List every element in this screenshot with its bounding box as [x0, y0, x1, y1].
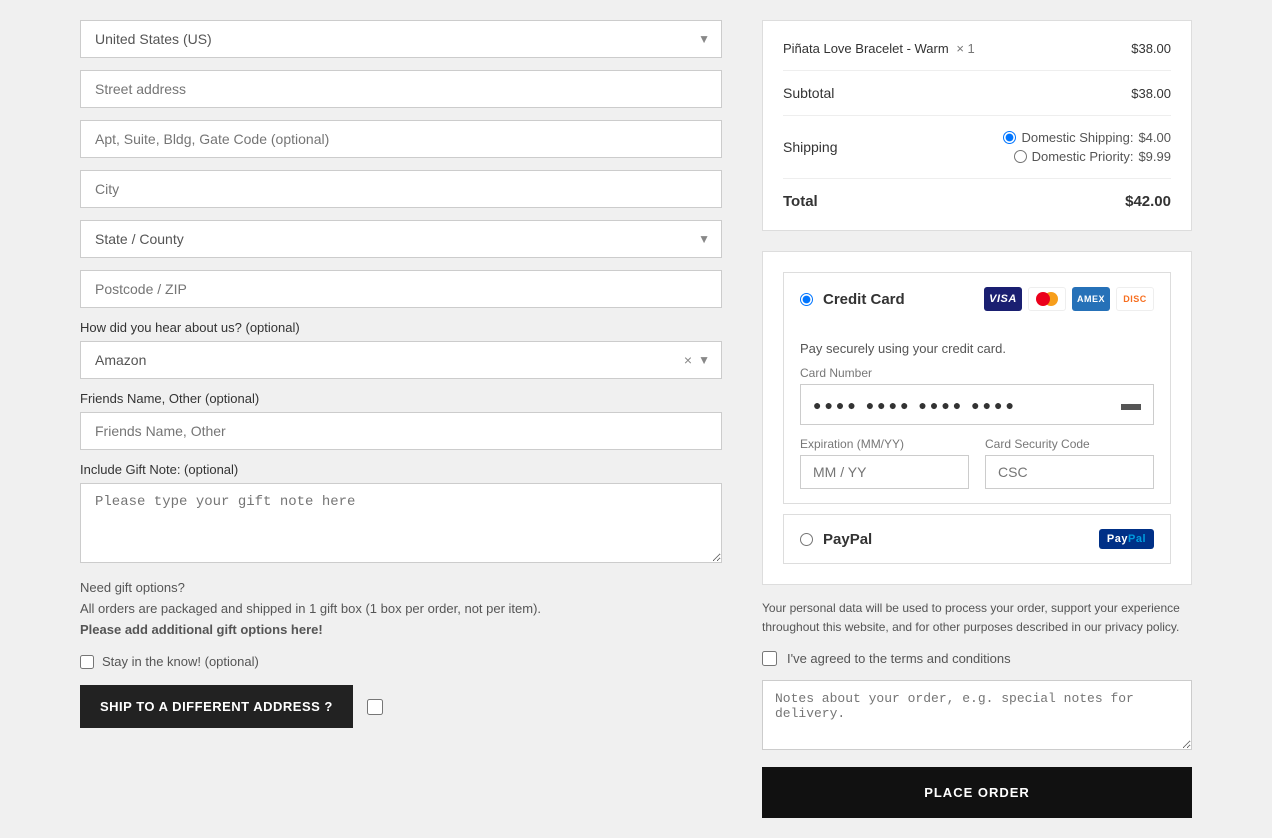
- gift-options-line1: All orders are packaged and shipped in 1…: [80, 601, 541, 616]
- apt-group: [80, 120, 722, 158]
- gift-options-line2: Please add additional gift options here!: [80, 622, 323, 637]
- street-input[interactable]: [80, 70, 722, 108]
- how-hear-select[interactable]: Amazon: [80, 341, 722, 379]
- street-group: [80, 70, 722, 108]
- order-notes-textarea[interactable]: [762, 680, 1192, 750]
- card-number-label: Card Number: [800, 366, 1154, 380]
- mastercard-icon: [1028, 287, 1066, 311]
- ship-different-row: SHIP TO A DIFFERENT ADDRESS ?: [80, 685, 722, 728]
- how-hear-label: How did you hear about us? (optional): [80, 320, 722, 335]
- gift-note-textarea[interactable]: [80, 483, 722, 563]
- paypal-logo: PayPal: [1099, 529, 1154, 549]
- apt-input[interactable]: [80, 120, 722, 158]
- product-price: $38.00: [1131, 41, 1171, 56]
- privacy-text: Your personal data will be used to proce…: [762, 599, 1192, 637]
- ship-different-button[interactable]: SHIP TO A DIFFERENT ADDRESS ?: [80, 685, 353, 728]
- expiry-input[interactable]: [800, 455, 969, 489]
- state-select[interactable]: State / County: [80, 220, 722, 258]
- shipping-options: Domestic Shipping: $4.00 Domestic Priori…: [1003, 130, 1171, 164]
- order-summary-box: Piñata Love Bracelet - Warm × 1 $38.00 S…: [762, 20, 1192, 231]
- expiry-label: Expiration (MM/YY): [800, 437, 969, 451]
- postcode-group: [80, 270, 722, 308]
- credit-card-body: Pay securely using your credit card. Car…: [800, 327, 1154, 489]
- place-order-button[interactable]: PLACE ORDER: [762, 767, 1192, 818]
- ship-different-checkbox[interactable]: [367, 699, 383, 715]
- card-visual-icon: ▬: [1121, 393, 1141, 416]
- how-hear-clear-button[interactable]: ×: [684, 352, 692, 368]
- product-row: Piñata Love Bracelet - Warm × 1 $38.00: [783, 41, 1171, 71]
- how-hear-group: How did you hear about us? (optional) Am…: [80, 320, 722, 379]
- credit-card-label: Credit Card: [823, 291, 905, 308]
- priority-shipping-price: $9.99: [1138, 149, 1171, 164]
- visa-icon: VISA: [984, 287, 1022, 311]
- total-price: $42.00: [1125, 193, 1171, 210]
- country-select[interactable]: United States (US): [80, 20, 722, 58]
- product-name: Piñata Love Bracelet - Warm × 1: [783, 41, 975, 56]
- domestic-shipping-radio[interactable]: [1003, 131, 1016, 144]
- subtotal-row: Subtotal $38.00: [783, 85, 1171, 116]
- city-input[interactable]: [80, 170, 722, 208]
- card-icons: VISA AMEX DISC: [984, 287, 1154, 311]
- credit-card-radio[interactable]: [800, 293, 813, 306]
- credit-card-method: Credit Card VISA AMEX DISC: [783, 272, 1171, 504]
- terms-checkbox[interactable]: [762, 651, 777, 666]
- terms-label: I've agreed to the terms and conditions: [787, 651, 1011, 666]
- shipping-row: Shipping Domestic Shipping: $4.00 Domest…: [783, 130, 1171, 179]
- total-label: Total: [783, 193, 818, 210]
- shipping-label: Shipping: [783, 139, 838, 155]
- stay-in-know-checkbox[interactable]: [80, 655, 94, 669]
- domestic-shipping-label: Domestic Shipping:: [1021, 130, 1133, 145]
- billing-form: United States (US) ▼ State / County ▼: [80, 20, 752, 818]
- friends-input[interactable]: [80, 412, 722, 450]
- subtotal-price: $38.00: [1131, 86, 1171, 101]
- gift-note-label: Include Gift Note: (optional): [80, 462, 722, 477]
- stay-in-know-label: Stay in the know! (optional): [102, 654, 259, 669]
- domestic-shipping-option: Domestic Shipping: $4.00: [1003, 130, 1171, 145]
- amex-icon: AMEX: [1072, 287, 1110, 311]
- credit-card-desc: Pay securely using your credit card.: [800, 341, 1154, 356]
- paypal-method: PayPal PayPal: [783, 514, 1171, 564]
- postcode-input[interactable]: [80, 270, 722, 308]
- discover-icon: DISC: [1116, 287, 1154, 311]
- friends-label: Friends Name, Other (optional): [80, 391, 722, 406]
- credit-card-header: Credit Card VISA AMEX DISC: [800, 287, 1154, 311]
- csc-input[interactable]: [985, 455, 1154, 489]
- payment-section: Credit Card VISA AMEX DISC: [762, 251, 1192, 585]
- priority-shipping-option: Domestic Priority: $9.99: [1014, 149, 1171, 164]
- domestic-shipping-price: $4.00: [1138, 130, 1171, 145]
- paypal-radio[interactable]: [800, 533, 813, 546]
- total-row: Total $42.00: [783, 193, 1171, 210]
- order-summary-col: Piñata Love Bracelet - Warm × 1 $38.00 S…: [752, 20, 1192, 818]
- priority-shipping-label: Domestic Priority:: [1032, 149, 1134, 164]
- card-number-row: ●●●● ●●●● ●●●● ●●●● ▬: [800, 384, 1154, 425]
- gift-info-block: Need gift options? All orders are packag…: [80, 578, 722, 640]
- friends-group: Friends Name, Other (optional): [80, 391, 722, 450]
- subtotal-label: Subtotal: [783, 85, 834, 101]
- country-group: United States (US) ▼: [80, 20, 722, 58]
- terms-row: I've agreed to the terms and conditions: [762, 651, 1192, 666]
- priority-shipping-radio[interactable]: [1014, 150, 1027, 163]
- gift-note-group: Include Gift Note: (optional): [80, 462, 722, 566]
- csc-label: Card Security Code: [985, 437, 1154, 451]
- stay-in-know-row: Stay in the know! (optional): [80, 654, 722, 669]
- expiry-group: Expiration (MM/YY): [800, 437, 969, 489]
- card-number-dots: ●●●● ●●●● ●●●● ●●●●: [813, 397, 1121, 413]
- gift-options-heading: Need gift options?: [80, 580, 185, 595]
- csc-group: Card Security Code: [985, 437, 1154, 489]
- paypal-label: PayPal: [823, 531, 872, 548]
- cc-row-two: Expiration (MM/YY) Card Security Code: [800, 437, 1154, 489]
- state-group: State / County ▼: [80, 220, 722, 258]
- city-group: [80, 170, 722, 208]
